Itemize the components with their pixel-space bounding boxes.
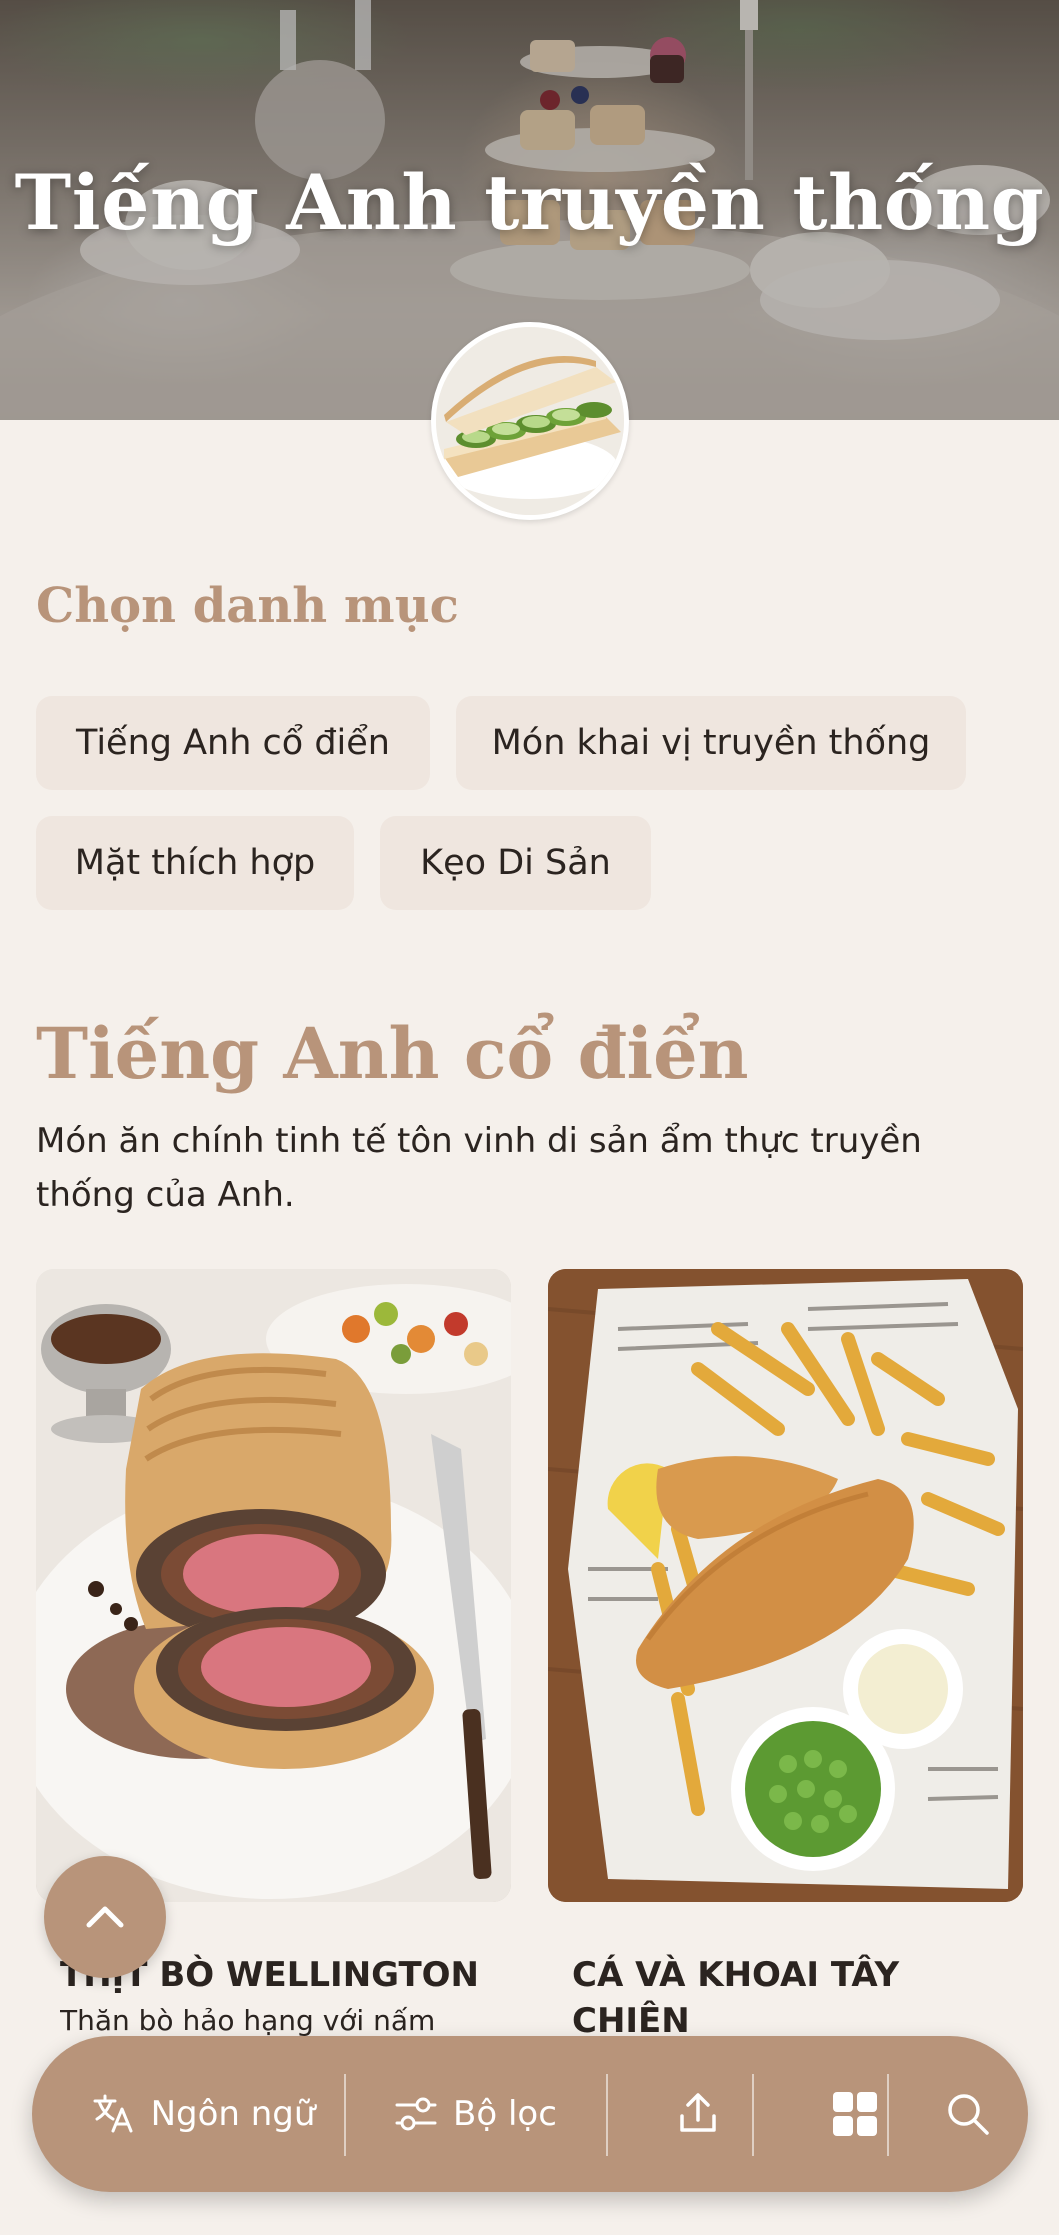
- toolbar-divider: [752, 2074, 754, 2156]
- grid-view-button[interactable]: [790, 2036, 920, 2192]
- language-label: Ngôn ngữ: [150, 2094, 316, 2134]
- language-button[interactable]: Ngôn ngữ: [68, 2036, 338, 2192]
- filter-label: Bộ lọc: [453, 2094, 557, 2134]
- dish-name: CÁ VÀ KHOAI TÂY CHIÊN: [572, 1955, 900, 2041]
- category-chip-label: Mặt thích hợp: [74, 843, 316, 883]
- search-icon: [948, 2094, 989, 2135]
- category-chip-classic-english[interactable]: Tiếng Anh cổ điển: [36, 696, 430, 790]
- category-heading: Chọn danh mục: [36, 578, 459, 634]
- toolbar-divider: [887, 2074, 889, 2156]
- bottom-toolbar: Ngôn ngữ Bộ lọc: [32, 2036, 1028, 2192]
- translate-icon: [93, 2094, 133, 2133]
- page-title: Tiếng Anh truyền thống: [14, 158, 1045, 247]
- share-button[interactable]: [612, 2036, 784, 2192]
- section-title: Tiếng Anh cổ điển: [36, 1012, 749, 1095]
- category-chip-label: Món khai vị truyền thống: [491, 723, 931, 763]
- category-chip-sides[interactable]: Mặt thích hợp: [36, 816, 354, 910]
- filter-button[interactable]: Bộ lọc: [344, 2036, 606, 2192]
- chevron-up-icon: [86, 1906, 124, 1928]
- dish-description: Thăn bò hảo hạng với nấm: [60, 2004, 436, 2037]
- toolbar-divider: [606, 2074, 608, 2156]
- category-chip-label: Tiếng Anh cổ điển: [76, 723, 390, 763]
- share-icon: [680, 2093, 716, 2132]
- cucumber-sandwich-image: [436, 327, 624, 515]
- grid-icon: [833, 2092, 877, 2136]
- featured-dish-avatar: [431, 322, 629, 520]
- category-chip-heritage-sweets[interactable]: Kẹo Di Sản: [380, 816, 651, 910]
- filter-icon: [395, 2097, 437, 2131]
- dish-image-fish-and-chips[interactable]: [548, 1269, 1023, 1902]
- category-chip-traditional-starters[interactable]: Món khai vị truyền thống: [456, 696, 966, 790]
- category-chip-label: Kẹo Di Sản: [420, 843, 611, 883]
- section-description: Món ăn chính tinh tế tôn vinh di sản ẩm …: [36, 1121, 922, 1215]
- search-button[interactable]: [922, 2036, 1014, 2192]
- fish-and-chips-image: [548, 1269, 1023, 1902]
- beef-wellington-image: [36, 1269, 511, 1902]
- scroll-to-top-button[interactable]: [44, 1856, 166, 1978]
- dish-image-beef-wellington[interactable]: [36, 1269, 511, 1902]
